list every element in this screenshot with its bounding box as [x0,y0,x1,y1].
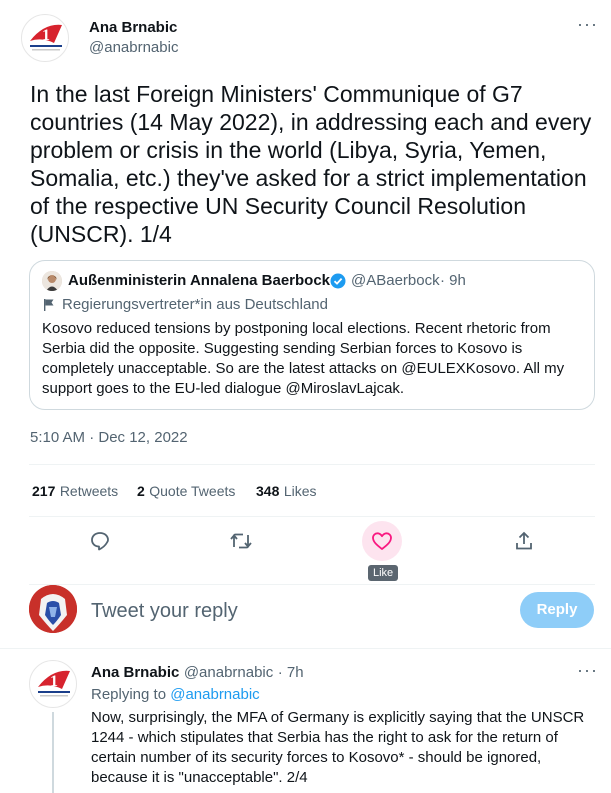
tweet-timestamp[interactable]: 5:10 AM · Dec 12, 2022 [30,429,188,446]
divider [0,648,611,649]
eagle-crest-icon [29,585,77,633]
quote-tweets-count: 2 [137,483,145,499]
person-photo-icon [42,271,62,291]
likes-count: 348 [256,483,280,499]
quoted-author-handle[interactable]: @ABaerbock [351,272,440,289]
reply-author-handle[interactable]: @anabrnabic [184,664,273,681]
more-options-icon[interactable]: ··· [577,14,598,35]
party-logo-icon: 1 [38,670,70,697]
reply-time: · 7h [277,664,304,681]
reply-author-name[interactable]: Ana Brnabic [91,664,179,681]
svg-text:1: 1 [50,673,58,690]
like-tooltip: Like [368,565,399,581]
reply-header: Ana Brnabic @anabrnabic · 7h [91,664,304,682]
reply-button[interactable]: Reply [520,592,594,628]
quoted-author-name[interactable]: Außenministerin Annalena Baerbock [68,272,330,289]
retweets-stat[interactable]: 217 Retweets [32,483,118,501]
like-icon[interactable] [371,531,393,551]
government-label: Regierungsvertreter*in aus Deutschland [62,296,328,313]
quoted-tweet-text: Kosovo reduced tensions by postponing lo… [42,320,565,397]
retweets-count: 217 [32,483,56,499]
reply-input[interactable]: Tweet your reply [91,600,238,623]
author-handle[interactable]: @anabrnabic [89,39,178,56]
replying-to-prefix: Replying to [91,686,167,703]
flag-icon [43,298,55,312]
tweet-text: In the last Foreign Ministers' Communiqu… [30,81,592,247]
divider [29,464,595,465]
divider [29,516,595,517]
author-avatar[interactable]: 1 [21,14,69,62]
divider [29,584,595,585]
retweets-label: Retweets [59,483,119,499]
quoted-author-avatar[interactable] [42,271,62,291]
likes-label: Likes [283,483,317,499]
party-logo-icon: 1 [30,24,62,51]
user-avatar[interactable] [29,585,77,633]
share-icon[interactable] [513,530,535,552]
svg-text:1: 1 [42,27,50,44]
reply-tweet-text: Now, surprisingly, the MFA of Germany is… [91,709,585,786]
quote-tweets-stat[interactable]: 2 Quote Tweets [137,483,235,501]
verified-badge-icon [330,273,346,289]
reply-more-options-icon[interactable]: ··· [577,660,598,681]
likes-stat[interactable]: 348 Likes [256,483,317,501]
reply-icon[interactable] [89,530,111,552]
quote-tweets-label: Quote Tweets [149,483,236,499]
thread-line [52,712,54,793]
author-name[interactable]: Ana Brnabic [89,19,177,36]
retweet-icon[interactable] [229,530,253,552]
replying-to-link[interactable]: @anabrnabic [170,686,259,703]
reply-author-avatar[interactable]: 1 [29,660,77,708]
quoted-time: · 9h [440,272,466,289]
replying-to: Replying to @anabrnabic [91,686,260,703]
